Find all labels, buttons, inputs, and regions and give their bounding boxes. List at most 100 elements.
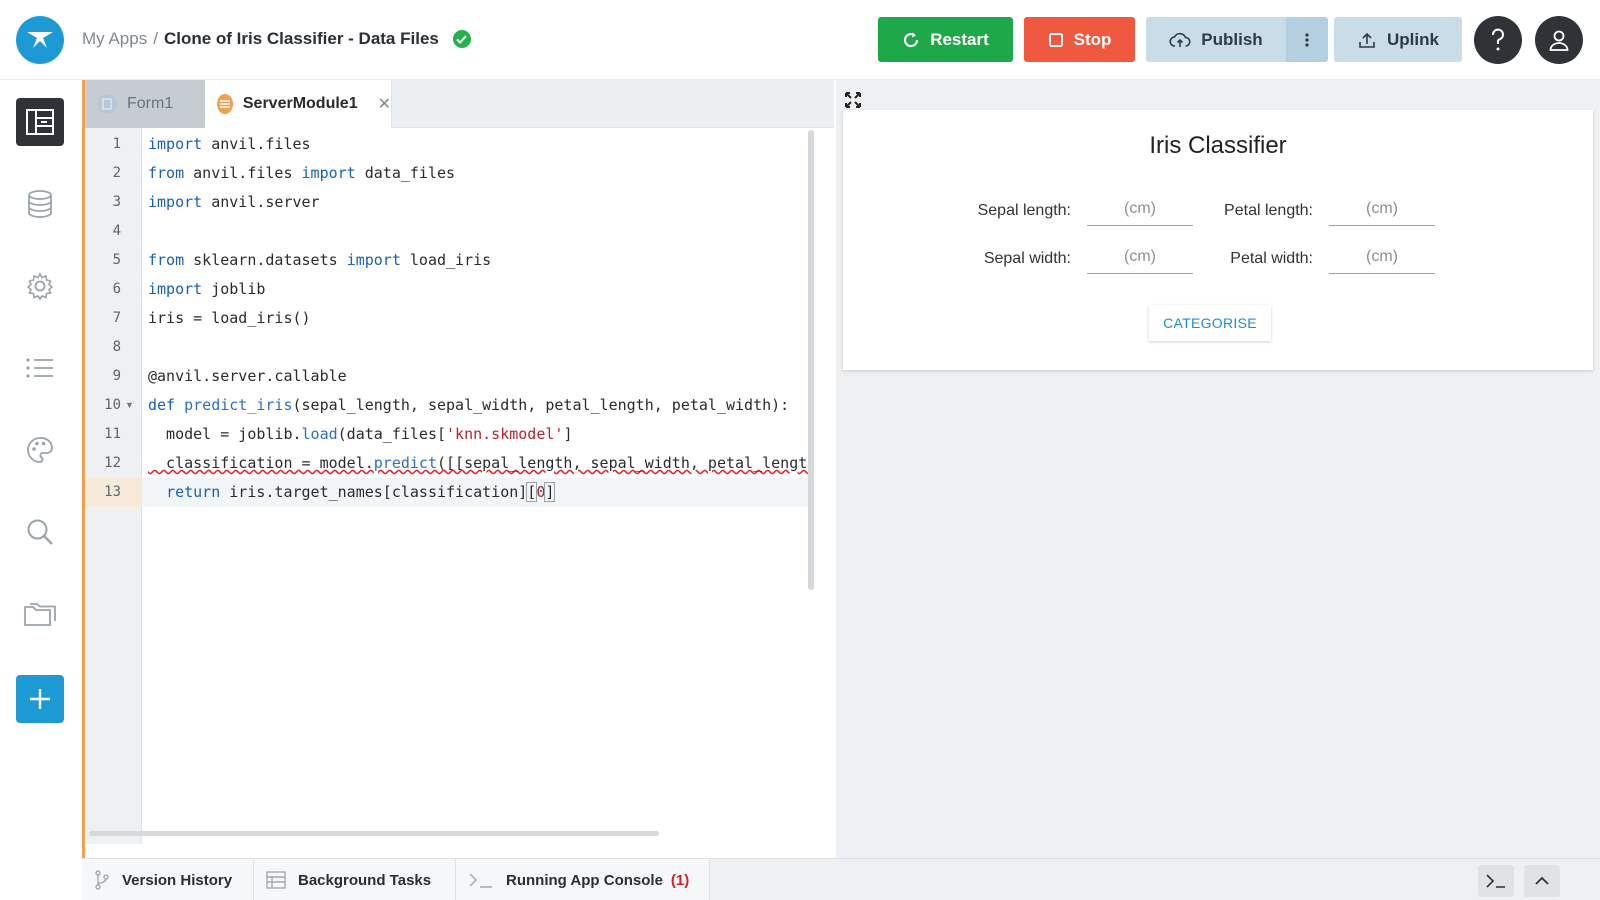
code-line: import anvil.files: [142, 130, 814, 159]
code-text: load_iris: [400, 251, 492, 269]
tab-server-module1[interactable]: ServerModule1 ✕: [205, 80, 392, 128]
code-keyword: from: [148, 251, 185, 269]
code-keyword: import: [346, 251, 401, 269]
breadcrumb: My Apps / Clone of Iris Classifier - Dat…: [82, 29, 471, 49]
chevron-up-icon: [1535, 876, 1549, 885]
tab-form1[interactable]: Form1: [85, 80, 205, 128]
breadcrumb-my-apps[interactable]: My Apps: [82, 29, 147, 49]
sidebar-app-browser[interactable]: [16, 98, 64, 146]
app-title[interactable]: Clone of Iris Classifier - Data Files: [164, 29, 439, 49]
uplink-button[interactable]: Uplink: [1334, 17, 1462, 62]
line-number: 1: [112, 136, 121, 152]
line-number-gutter: 1 2 3 4 5 6 7 8 9 10 ▼ 11 12 13: [85, 128, 142, 844]
terminal-icon: [1486, 874, 1505, 888]
running-app-console-label: Running App Console: [506, 871, 663, 889]
code-decorator: @anvil.server.callable: [148, 367, 347, 385]
version-history-tab[interactable]: Version History: [82, 859, 254, 900]
line-number: 6: [112, 281, 121, 297]
stop-button[interactable]: Stop: [1024, 17, 1135, 62]
restart-button[interactable]: Restart: [878, 17, 1013, 62]
close-tab-icon[interactable]: ✕: [378, 94, 391, 114]
help-question-icon: [1492, 28, 1504, 51]
gear-icon: [26, 272, 54, 301]
categorise-button[interactable]: CATEGORISE: [1149, 305, 1271, 341]
petal-width-label: Petal width:: [1230, 250, 1313, 267]
background-tasks-tab[interactable]: Background Tasks: [254, 859, 456, 900]
stop-square-icon: [1048, 32, 1063, 47]
iris-classifier-card: Iris Classifier Sepal length: Petal leng…: [843, 110, 1593, 370]
code-line: model = joblib.load(data_files['knn.skmo…: [142, 420, 814, 449]
git-branch-icon: [95, 870, 109, 890]
code-editor-panel: Form1 ServerModule1 ✕ 1 2 3 4 5 6 7 8 9 …: [82, 80, 834, 858]
open-console-button[interactable]: [1478, 865, 1514, 897]
code-text: iris = load_iris(): [148, 309, 311, 327]
code-text: anvil.files: [184, 164, 302, 182]
line-number: 10: [104, 397, 121, 413]
code-line: @anvil.server.callable: [142, 362, 814, 391]
line-number: 5: [112, 252, 121, 268]
code-text: ([[sepal_length, sepal_width, petal_leng…: [437, 454, 814, 472]
code-line: iris = load_iris(): [142, 304, 814, 333]
anvil-logo[interactable]: [16, 16, 64, 64]
folders-icon: [24, 603, 56, 626]
petal-length-label: Petal length:: [1224, 202, 1313, 219]
expand-icon[interactable]: [843, 90, 863, 110]
code-string: 'knn.skmodel': [446, 425, 564, 443]
petal-length-input[interactable]: [1329, 192, 1435, 226]
code-function-name: predict: [373, 454, 437, 472]
fold-arrow-icon[interactable]: ▼: [125, 391, 135, 420]
code-function-name: predict_iris: [184, 396, 293, 414]
code-text: classification = model.: [148, 454, 374, 472]
user-icon: [1549, 30, 1569, 51]
code-text: anvil.files: [202, 135, 311, 153]
code-area[interactable]: import anvil.files from anvil.files impo…: [142, 128, 814, 844]
publish-button[interactable]: Publish: [1146, 17, 1286, 62]
sidebar-data-files[interactable]: [16, 590, 64, 638]
code-line: import joblib: [142, 275, 814, 304]
left-sidebar: [0, 80, 82, 900]
sidebar-data-tables[interactable]: [16, 180, 64, 228]
line-number: 4: [112, 223, 121, 239]
line-number: 12: [104, 455, 121, 471]
sepal-width-label: Sepal width:: [983, 250, 1071, 267]
expand-panel-button[interactable]: [1524, 865, 1560, 897]
anvil-logo-icon: [27, 32, 53, 48]
background-tasks-label: Background Tasks: [298, 871, 432, 889]
code-text: joblib: [202, 280, 266, 298]
running-app-console-tab[interactable]: Running App Console (1): [456, 859, 710, 900]
vertical-scrollbar[interactable]: [808, 130, 814, 590]
code-line: def predict_iris(sepal_length, sepal_wid…: [142, 391, 814, 420]
code-number: 0: [536, 483, 546, 501]
sidebar-add-feature[interactable]: [16, 675, 64, 723]
line-number-current: 13: [85, 478, 142, 507]
more-vertical-icon: [1305, 32, 1309, 47]
sidebar-search[interactable]: [16, 508, 64, 556]
code-keyword: def: [148, 396, 176, 414]
help-button[interactable]: [1474, 16, 1522, 64]
database-icon: [28, 190, 52, 218]
code-line-current: return iris.target_names[classification]…: [142, 478, 814, 507]
sidebar-settings[interactable]: [16, 262, 64, 310]
code-text: anvil.server: [202, 193, 320, 211]
tasks-icon: [266, 871, 286, 889]
account-button[interactable]: [1535, 16, 1583, 64]
palette-icon: [27, 437, 53, 463]
terminal-prompt-icon: [469, 873, 492, 888]
console-count-badge: (1): [670, 871, 690, 889]
card-title: Iris Classifier: [1149, 132, 1287, 159]
tab-form1-label: Form1: [127, 95, 174, 112]
code-keyword: import: [148, 193, 203, 211]
uplink-label: Uplink: [1387, 29, 1439, 49]
sidebar-theme[interactable]: [16, 426, 64, 474]
horizontal-scrollbar[interactable]: [89, 831, 659, 836]
petal-width-input[interactable]: [1329, 240, 1435, 274]
search-icon: [27, 519, 53, 545]
sepal-length-label: Sepal length:: [977, 202, 1071, 219]
publish-more-button[interactable]: [1286, 17, 1328, 62]
refresh-icon: [904, 32, 919, 47]
code-keyword: import: [301, 164, 356, 182]
code-text: data_files: [355, 164, 456, 182]
sidebar-outline[interactable]: [16, 344, 64, 392]
